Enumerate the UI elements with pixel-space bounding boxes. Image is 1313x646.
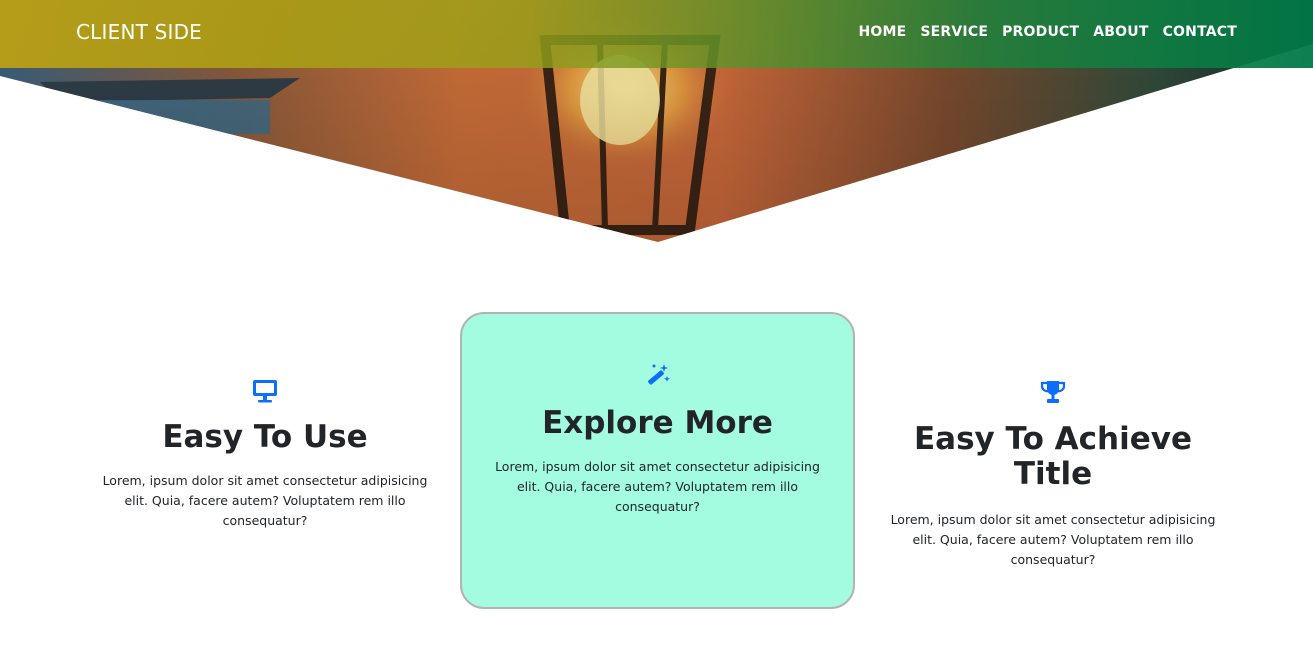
feature-title: Easy To Achieve Title <box>914 421 1192 492</box>
nav-menu: HOME SERVICE PRODUCT ABOUT CONTACT <box>858 24 1237 40</box>
feature-explore-more: Explore More Lorem, ipsum dolor sit amet… <box>490 362 825 517</box>
nav-link-home[interactable]: HOME <box>858 24 906 40</box>
feature-easy-to-achieve: Easy To Achieve Title Lorem, ipsum dolor… <box>888 378 1218 570</box>
nav-link-about[interactable]: ABOUT <box>1093 24 1148 40</box>
nav-link-product[interactable]: PRODUCT <box>1002 24 1079 40</box>
feature-text: Lorem, ipsum dolor sit amet consectetur … <box>890 512 1216 567</box>
feature-title: Easy To Use <box>162 419 368 455</box>
feature-title: Explore More <box>542 405 773 441</box>
page: CLIENT SIDE HOME SERVICE PRODUCT ABOUT C… <box>0 0 1313 646</box>
nav-link-contact[interactable]: CONTACT <box>1163 24 1237 40</box>
feature-easy-to-use: Easy To Use Lorem, ipsum dolor sit amet … <box>100 378 430 531</box>
feature-text: Lorem, ipsum dolor sit amet consectetur … <box>102 473 428 528</box>
magic-wand-icon <box>645 362 671 392</box>
monitor-icon <box>251 378 279 408</box>
navbar: CLIENT SIDE HOME SERVICE PRODUCT ABOUT C… <box>0 0 1313 68</box>
nav-link-service[interactable]: SERVICE <box>920 24 988 40</box>
brand-logo[interactable]: CLIENT SIDE <box>76 20 202 44</box>
feature-text: Lorem, ipsum dolor sit amet consectetur … <box>495 459 820 514</box>
trophy-icon <box>1039 378 1067 410</box>
